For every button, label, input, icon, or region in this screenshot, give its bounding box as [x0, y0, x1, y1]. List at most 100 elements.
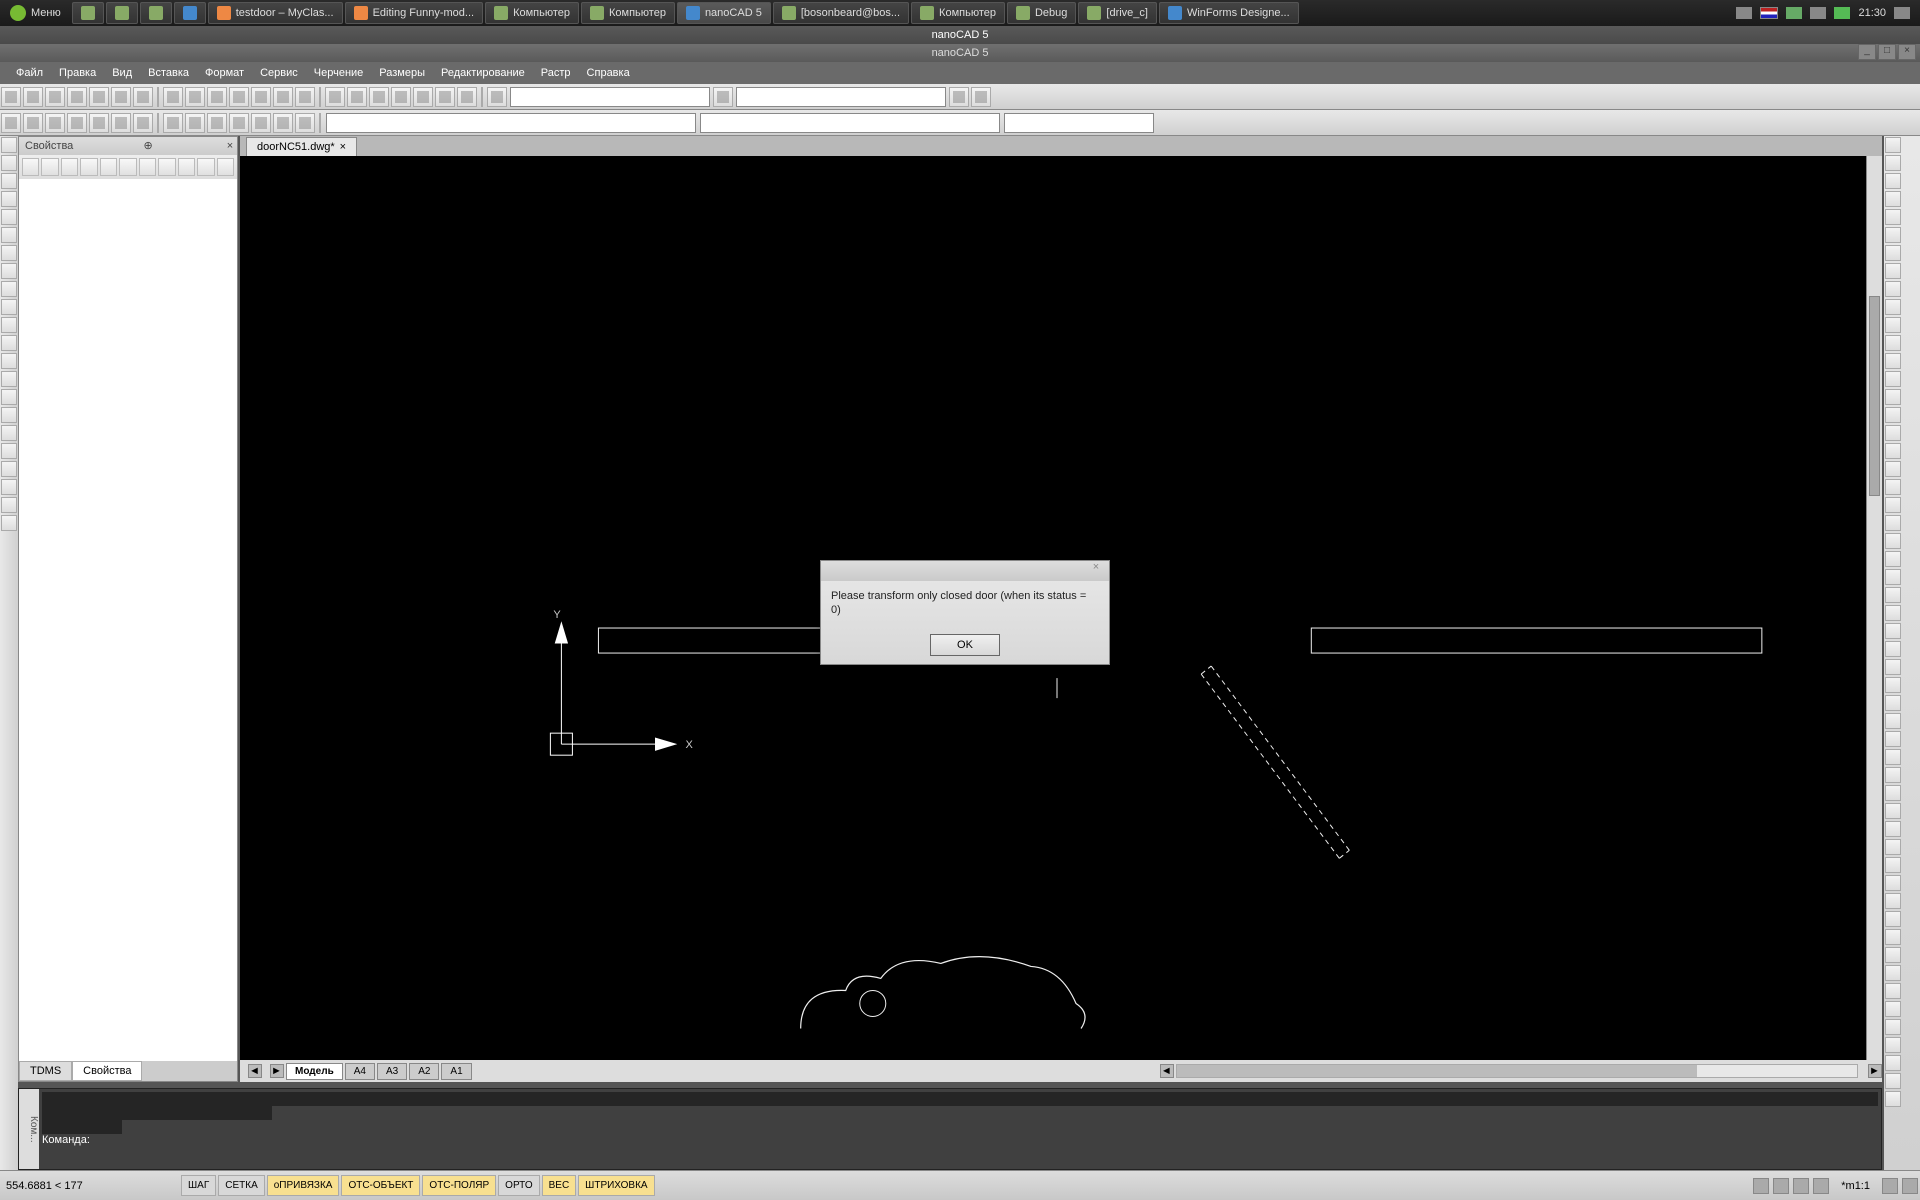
start-menu-button[interactable]: Меню: [0, 5, 71, 21]
modify-tool-button[interactable]: [1885, 929, 1901, 945]
draw-tool-button[interactable]: [1, 173, 17, 189]
toolbar-button[interactable]: [273, 113, 293, 133]
toolbar-button[interactable]: [435, 87, 455, 107]
ok-button[interactable]: OK: [930, 634, 1000, 656]
modify-tool-button[interactable]: [1885, 353, 1901, 369]
modify-tool-button[interactable]: [1885, 911, 1901, 927]
combo[interactable]: [1004, 113, 1154, 133]
toolbar-button[interactable]: [295, 113, 315, 133]
document-tab[interactable]: doorNC51.dwg* ×: [246, 137, 357, 156]
menu-item[interactable]: Файл: [8, 64, 51, 82]
menu-item[interactable]: Вставка: [140, 64, 197, 82]
toolbar-button[interactable]: [23, 87, 43, 107]
toolbar-button[interactable]: [347, 87, 367, 107]
layout-tab-a2[interactable]: A2: [409, 1063, 439, 1080]
toolbar-button[interactable]: [325, 87, 345, 107]
modify-tool-button[interactable]: [1885, 767, 1901, 783]
network-icon[interactable]: [1786, 7, 1802, 19]
tab-properties[interactable]: Свойства: [72, 1061, 142, 1081]
combo[interactable]: [700, 113, 1000, 133]
toolbar-button[interactable]: [229, 113, 249, 133]
layout-tab-model[interactable]: Модель: [286, 1063, 343, 1080]
draw-tool-button[interactable]: [1, 515, 17, 531]
hscroll-left[interactable]: ◄: [1160, 1064, 1174, 1078]
toolbar-button[interactable]: [971, 87, 991, 107]
draw-tool-button[interactable]: [1, 317, 17, 333]
draw-tool-button[interactable]: [1, 371, 17, 387]
modify-tool-button[interactable]: [1885, 839, 1901, 855]
quicklaunch-4[interactable]: [174, 2, 206, 24]
status-ves[interactable]: ВЕС: [542, 1175, 577, 1196]
battery-icon[interactable]: [1834, 7, 1850, 19]
taskbar-app[interactable]: Компьютер: [581, 2, 675, 24]
taskbar-app[interactable]: Компьютер: [911, 2, 1005, 24]
toolbar-button[interactable]: [111, 87, 131, 107]
modify-tool-button[interactable]: [1885, 173, 1901, 189]
modify-tool-button[interactable]: [1885, 713, 1901, 729]
dialog-titlebar[interactable]: ×: [821, 561, 1109, 581]
toolbar-button[interactable]: [273, 87, 293, 107]
keyboard-layout-icon[interactable]: [1760, 7, 1778, 19]
modify-tool-button[interactable]: [1885, 965, 1901, 981]
modify-tool-button[interactable]: [1885, 425, 1901, 441]
modify-tool-button[interactable]: [1885, 317, 1901, 333]
draw-tool-button[interactable]: [1, 497, 17, 513]
menu-item[interactable]: Сервис: [252, 64, 306, 82]
modify-tool-button[interactable]: [1885, 623, 1901, 639]
toolbar-button[interactable]: [185, 113, 205, 133]
modify-tool-button[interactable]: [1885, 227, 1901, 243]
modify-tool-button[interactable]: [1885, 209, 1901, 225]
modify-tool-button[interactable]: [1885, 641, 1901, 657]
modify-tool-button[interactable]: [1885, 875, 1901, 891]
properties-tool-button[interactable]: [22, 158, 39, 176]
inner-titlebar[interactable]: nanoCAD 5: [0, 44, 1920, 62]
taskbar-app[interactable]: [drive_c]: [1078, 2, 1157, 24]
modify-tool-button[interactable]: [1885, 1073, 1901, 1089]
taskbar-app[interactable]: Компьютер: [485, 2, 579, 24]
modify-tool-button[interactable]: [1885, 821, 1901, 837]
modify-tool-button[interactable]: [1885, 785, 1901, 801]
toolbar-button[interactable]: [369, 87, 389, 107]
draw-tool-button[interactable]: [1, 227, 17, 243]
toolbar-button[interactable]: [185, 87, 205, 107]
status-icon[interactable]: [1882, 1178, 1898, 1194]
toolbar-button[interactable]: [251, 87, 271, 107]
toolbar-button[interactable]: [1, 113, 21, 133]
dialog-close-icon[interactable]: ×: [1087, 561, 1105, 577]
taskbar-app[interactable]: WinForms Designe...: [1159, 2, 1299, 24]
draw-tool-button[interactable]: [1, 461, 17, 477]
modify-tool-button[interactable]: [1885, 155, 1901, 171]
modify-tool-button[interactable]: [1885, 947, 1901, 963]
layout-tab-a4[interactable]: A4: [345, 1063, 375, 1080]
draw-tool-button[interactable]: [1, 389, 17, 405]
draw-tool-button[interactable]: [1, 281, 17, 297]
modify-tool-button[interactable]: [1885, 299, 1901, 315]
toolbar-button[interactable]: [1, 87, 21, 107]
toolbar-button[interactable]: [67, 113, 87, 133]
toolbar-button[interactable]: [207, 87, 227, 107]
status-ots-polar[interactable]: ОТС-ПОЛЯР: [422, 1175, 496, 1196]
toolbar-button[interactable]: [713, 87, 733, 107]
modify-tool-button[interactable]: [1885, 749, 1901, 765]
properties-tool-button[interactable]: [217, 158, 234, 176]
status-icon[interactable]: [1813, 1178, 1829, 1194]
draw-tool-button[interactable]: [1, 263, 17, 279]
modify-tool-button[interactable]: [1885, 245, 1901, 261]
toolbar-button[interactable]: [23, 113, 43, 133]
toolbar-button[interactable]: [163, 113, 183, 133]
draw-tool-button[interactable]: [1, 353, 17, 369]
toolbar-button[interactable]: [133, 113, 153, 133]
properties-tool-button[interactable]: [139, 158, 156, 176]
toolbar-button[interactable]: [251, 113, 271, 133]
vertical-scrollbar[interactable]: [1866, 156, 1882, 1060]
quicklaunch-2[interactable]: [106, 2, 138, 24]
menu-item[interactable]: Правка: [51, 64, 104, 82]
scroll-left-button[interactable]: ◄: [248, 1064, 262, 1078]
modify-tool-button[interactable]: [1885, 371, 1901, 387]
layout-tab-a3[interactable]: A3: [377, 1063, 407, 1080]
quicklaunch-1[interactable]: [72, 2, 104, 24]
minimize-button[interactable]: _: [1858, 44, 1876, 60]
hscroll-right[interactable]: ►: [1868, 1064, 1882, 1078]
modify-tool-button[interactable]: [1885, 191, 1901, 207]
toolbar-button[interactable]: [487, 87, 507, 107]
